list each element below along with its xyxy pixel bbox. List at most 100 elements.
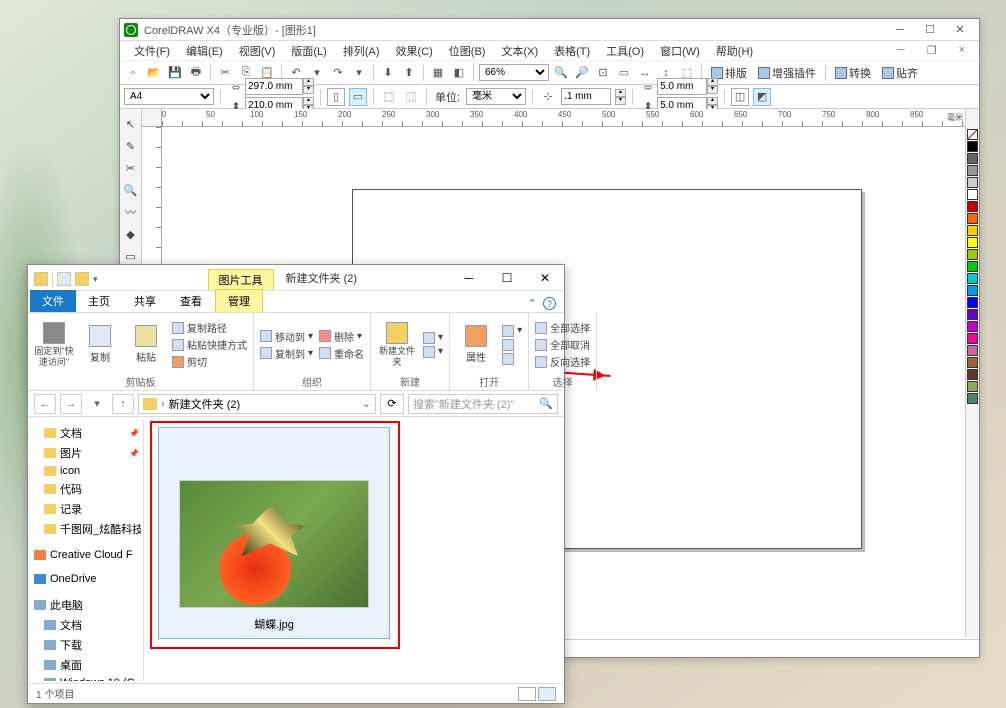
color-swatch[interactable] xyxy=(967,141,978,152)
save-icon[interactable]: 💾 xyxy=(166,64,184,82)
zoom-in-icon[interactable]: 🔍 xyxy=(552,64,570,82)
color-swatch[interactable] xyxy=(967,393,978,404)
easyaccess-button[interactable]: ▾ xyxy=(423,346,443,358)
delete-button[interactable]: 删除 ▾ xyxy=(319,329,364,344)
welcome-icon[interactable]: ◧ xyxy=(450,64,468,82)
breadcrumb-dropdown-icon[interactable]: ⌄ xyxy=(362,397,371,410)
breadcrumb-text[interactable]: 新建文件夹 (2) xyxy=(169,396,241,412)
import-icon[interactable]: ⬇ xyxy=(379,64,397,82)
zoom-fit-icon[interactable]: ⊡ xyxy=(594,64,612,82)
pick-tool-icon[interactable]: ↖ xyxy=(121,114,141,134)
zoom-out-icon[interactable]: 🔎 xyxy=(573,64,591,82)
moveto-button[interactable]: 移动到 ▾ xyxy=(260,329,313,344)
pasteshortcut-button[interactable]: 粘贴快捷方式 xyxy=(172,337,247,352)
ribbon-collapse-icon[interactable]: ⌃ xyxy=(528,297,537,310)
color-swatch[interactable] xyxy=(967,333,978,344)
smartfill-tool-icon[interactable]: ◆ xyxy=(121,224,141,244)
open-button[interactable]: ▾ xyxy=(502,325,522,337)
nudge-up[interactable]: ▴ xyxy=(615,89,626,97)
menu-text[interactable]: 文本(X) xyxy=(493,41,546,61)
color-swatch[interactable] xyxy=(967,357,978,368)
exp-minimize-button[interactable]: ─ xyxy=(450,266,488,290)
open-icon[interactable]: 📂 xyxy=(145,64,163,82)
color-swatch[interactable] xyxy=(967,249,978,260)
newitem-button[interactable]: ▾ xyxy=(423,332,443,344)
tab-manage[interactable]: 管理 xyxy=(215,289,263,312)
tab-home[interactable]: 主页 xyxy=(76,290,122,312)
color-swatch[interactable] xyxy=(967,213,978,224)
print-icon[interactable]: 🖶 xyxy=(187,64,205,82)
exp-titlebar[interactable]: ▾ 图片工具 新建文件夹 (2) ─ ☐ ✕ xyxy=(28,265,564,291)
ruler-origin-icon[interactable] xyxy=(142,109,162,127)
width-up[interactable]: ▴ xyxy=(303,78,314,86)
zoom-tool-icon[interactable]: 🔍 xyxy=(121,180,141,200)
nav-pc-desktop[interactable]: 桌面 xyxy=(30,655,141,675)
menu-effects[interactable]: 效果(C) xyxy=(388,41,441,61)
file-item-butterfly[interactable]: 蝴蝶.jpg xyxy=(158,427,390,639)
nudge-input[interactable] xyxy=(561,88,611,105)
new-icon[interactable]: ▫ xyxy=(124,64,142,82)
rename-button[interactable]: 重命名 xyxy=(319,346,364,361)
height-up[interactable]: ▴ xyxy=(303,97,314,105)
menu-edit[interactable]: 编辑(E) xyxy=(178,41,231,61)
copyto-button[interactable]: 复制到 ▾ xyxy=(260,346,313,361)
invertselect-button[interactable]: 反向选择 xyxy=(535,354,590,369)
nav-forward-button[interactable]: → xyxy=(60,394,82,414)
nav-ccf[interactable]: Creative Cloud F xyxy=(30,547,141,563)
color-swatch[interactable] xyxy=(967,189,978,200)
nav-qiantu[interactable]: 千图网_炫酷科技 xyxy=(30,519,141,539)
color-swatch[interactable] xyxy=(967,153,978,164)
color-swatch[interactable] xyxy=(967,345,978,356)
newfolder-qat-icon[interactable] xyxy=(75,272,89,286)
color-swatch[interactable] xyxy=(967,261,978,272)
nav-code[interactable]: 代码 xyxy=(30,479,141,499)
color-swatch[interactable] xyxy=(967,297,978,308)
tab-view[interactable]: 查看 xyxy=(168,290,214,312)
width-down[interactable]: ▾ xyxy=(303,86,314,94)
zoom-select[interactable]: 66% xyxy=(479,64,549,81)
menu-bitmap[interactable]: 位图(B) xyxy=(441,41,494,61)
freehand-tool-icon[interactable]: 〰 xyxy=(121,202,141,222)
exp-close-button[interactable]: ✕ xyxy=(526,266,564,290)
paper-select[interactable]: A4 xyxy=(124,88,214,105)
nudge-down[interactable]: ▾ xyxy=(615,97,626,105)
color-swatch[interactable] xyxy=(967,225,978,236)
edit-button[interactable] xyxy=(502,339,522,351)
qat-dropdown-icon[interactable]: ▾ xyxy=(93,274,98,285)
zoom-page-icon[interactable]: ▭ xyxy=(615,64,633,82)
doc-minimize-button[interactable]: ─ xyxy=(889,42,913,59)
nav-pc-docs[interactable]: 文档 xyxy=(30,615,141,635)
menu-help[interactable]: 帮助(H) xyxy=(708,41,761,61)
color-swatch[interactable] xyxy=(967,321,978,332)
color-swatch[interactable] xyxy=(967,285,978,296)
nav-pc-c[interactable]: Windows 10 (C xyxy=(30,675,141,681)
color-swatch[interactable] xyxy=(967,381,978,392)
menu-table[interactable]: 表格(T) xyxy=(546,41,598,61)
treat-as-filled-icon[interactable]: ◫ xyxy=(731,88,749,106)
refresh-button[interactable]: ⟳ xyxy=(380,394,404,414)
dynamic-guides-icon[interactable]: ◩ xyxy=(753,88,771,106)
units-select[interactable]: 毫米 xyxy=(466,88,526,105)
nav-onedrive[interactable]: OneDrive xyxy=(30,571,141,587)
landscape-button[interactable]: ▭ xyxy=(349,88,367,106)
doc-restore-button[interactable]: ❐ xyxy=(919,42,945,59)
menu-tools[interactable]: 工具(O) xyxy=(598,41,652,61)
horizontal-ruler[interactable]: 0501001502002503003504004505005506006507… xyxy=(162,109,965,127)
color-swatch[interactable] xyxy=(967,237,978,248)
cdr-maximize-button[interactable]: ☐ xyxy=(915,21,945,39)
page-layout1-icon[interactable]: ⿴ xyxy=(380,88,398,106)
app-launcher-icon[interactable]: ▦ xyxy=(429,64,447,82)
nav-thispc[interactable]: 此电脑 xyxy=(30,595,141,615)
nav-up-button[interactable]: ↑ xyxy=(112,394,134,414)
cut-button[interactable]: 剪切 xyxy=(172,354,247,369)
copypath-button[interactable]: 复制路径 xyxy=(172,320,247,335)
color-swatch[interactable] xyxy=(967,309,978,320)
page-layout2-icon[interactable]: ⿲ xyxy=(402,88,420,106)
page-width-input[interactable] xyxy=(245,78,303,95)
color-swatch[interactable] xyxy=(967,273,978,284)
menu-view[interactable]: 视图(V) xyxy=(231,41,284,61)
nav-back-button[interactable]: ← xyxy=(34,394,56,414)
cdr-titlebar[interactable]: CorelDRAW X4（专业版）- [图形1] ─ ☐ ✕ xyxy=(120,19,979,41)
copy-button[interactable]: 复制 xyxy=(80,316,120,373)
menu-layout[interactable]: 版面(L) xyxy=(283,41,334,61)
